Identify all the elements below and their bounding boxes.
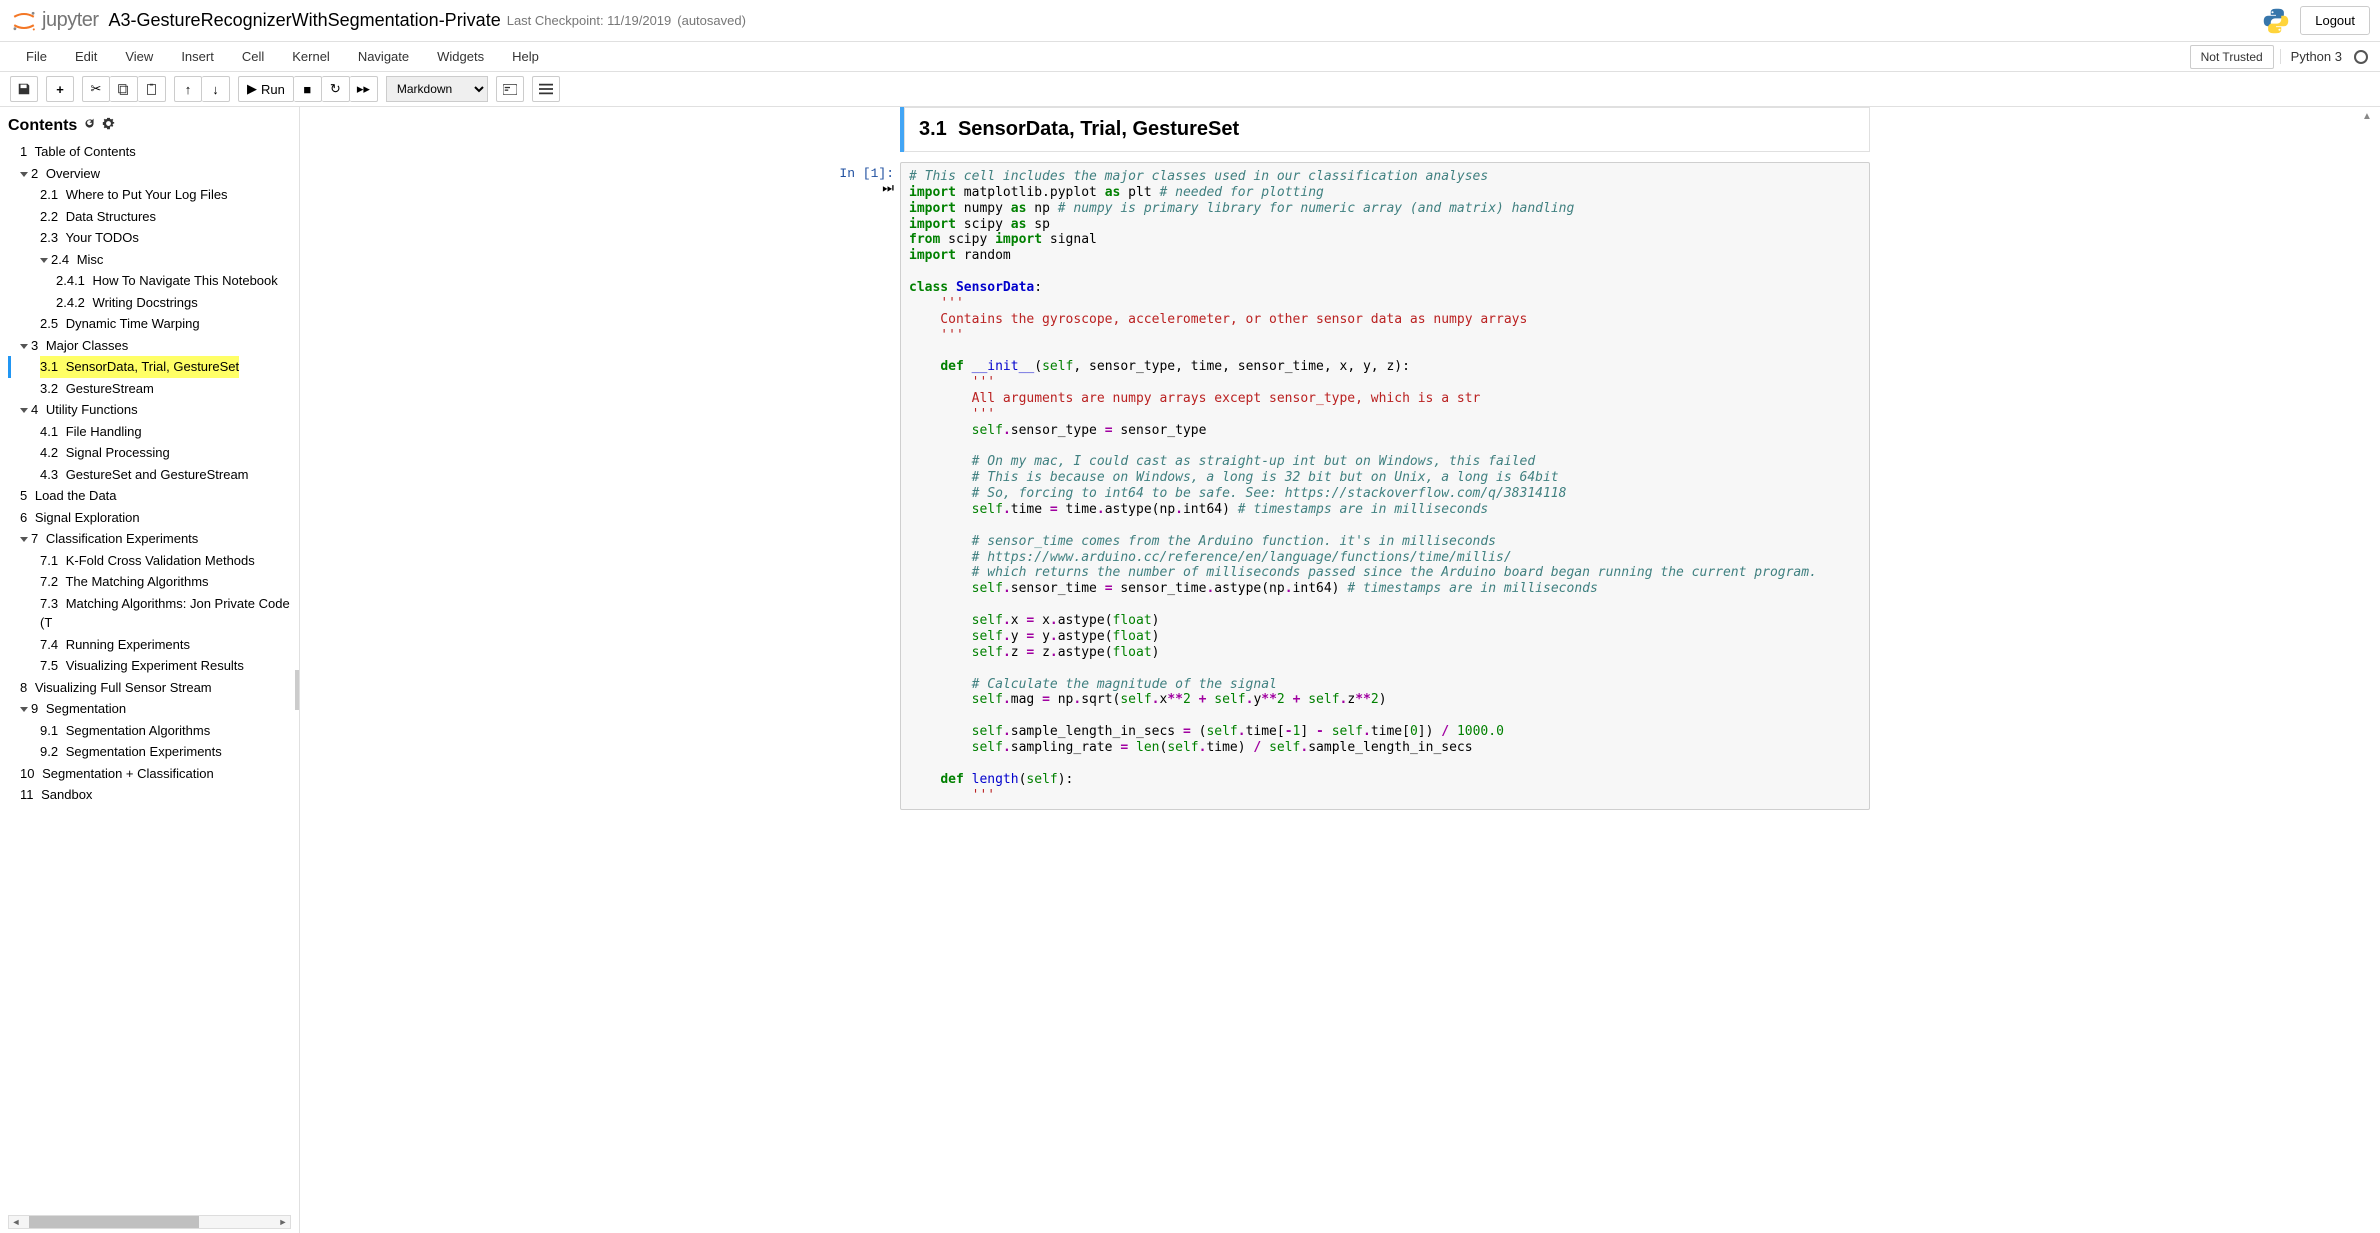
toc-horizontal-scrollbar[interactable]: ◄ ► (8, 1215, 291, 1229)
add-cell-button[interactable]: + (46, 76, 74, 102)
toc-item[interactable]: 2.1 Where to Put Your Log Files (8, 184, 291, 206)
toc-title: Contents (8, 117, 77, 135)
menu-kernel[interactable]: Kernel (278, 43, 344, 70)
menu-insert[interactable]: Insert (167, 43, 228, 70)
toc-resize-handle[interactable] (295, 670, 299, 710)
toc-item[interactable]: 7.2 The Matching Algorithms (8, 571, 291, 593)
toc-item[interactable]: 8 Visualizing Full Sensor Stream (8, 677, 291, 699)
toc-item[interactable]: 9.1 Segmentation Algorithms (8, 720, 291, 742)
toc-item[interactable]: 7.5 Visualizing Experiment Results (8, 655, 291, 677)
step-icon[interactable]: ⏭ (882, 181, 894, 196)
toc-item[interactable]: 4.3 GestureSet and GestureStream (8, 464, 291, 486)
toc-toggle-button[interactable] (532, 76, 560, 102)
toc-item[interactable]: 4.1 File Handling (8, 421, 291, 443)
kernel-name[interactable]: Python 3 (2280, 49, 2348, 64)
menubar: FileEditViewInsertCellKernelNavigateWidg… (0, 42, 2380, 72)
toc-item[interactable]: 7.3 Matching Algorithms: Jon Private Cod… (8, 593, 291, 634)
toc-item[interactable]: 2.5 Dynamic Time Warping (8, 313, 291, 335)
heading-text: SensorData, Trial, GestureSet (958, 118, 1239, 140)
menu-cell[interactable]: Cell (228, 43, 278, 70)
autosaved-text: (autosaved) (677, 13, 746, 28)
cut-button[interactable]: ✂ (82, 76, 110, 102)
caret-down-icon (20, 344, 28, 349)
menu-help[interactable]: Help (498, 43, 553, 70)
toc-item[interactable]: 9.2 Segmentation Experiments (8, 741, 291, 763)
caret-down-icon (40, 258, 48, 263)
scroll-left-icon[interactable]: ◄ (9, 1216, 23, 1228)
input-prompt: In [1]: ⏭ (810, 162, 900, 810)
move-down-button[interactable]: ↓ (202, 76, 230, 102)
toc-item[interactable]: 6 Signal Exploration (8, 507, 291, 529)
menu-navigate[interactable]: Navigate (344, 43, 423, 70)
paste-button[interactable] (138, 76, 166, 102)
stop-button[interactable]: ■ (294, 76, 322, 102)
heading-number: 3.1 (919, 118, 947, 140)
code-input-area[interactable]: # This cell includes the major classes u… (900, 162, 1870, 810)
caret-down-icon (20, 537, 28, 542)
kernel-indicator-icon[interactable] (2354, 50, 2368, 64)
toc-item-active[interactable]: 3.1 SensorData, Trial, GestureSet (40, 356, 239, 378)
toc-item[interactable]: 4.2 Signal Processing (8, 442, 291, 464)
scrollbar-thumb[interactable] (29, 1216, 199, 1228)
toc-item[interactable]: 2.4.2 Writing Docstrings (8, 292, 291, 314)
toc-item[interactable]: 2.2 Data Structures (8, 206, 291, 228)
toolbar: + ✂ ↑ ↓ ▶Run ■ ↻ ▸▸ Markdown (0, 72, 2380, 107)
jupyter-logo[interactable]: jupyter (10, 7, 99, 35)
code-cell[interactable]: In [1]: ⏭ # This cell includes the major… (810, 162, 1870, 810)
toc-item[interactable]: 2.4 Misc (8, 249, 291, 271)
notebook-header: jupyter A3-GestureRecognizerWithSegmenta… (0, 0, 2380, 42)
menu-edit[interactable]: Edit (61, 43, 111, 70)
caret-down-icon (20, 707, 28, 712)
logout-button[interactable]: Logout (2300, 6, 2370, 35)
celltype-select[interactable]: Markdown (386, 76, 488, 102)
menu-view[interactable]: View (111, 43, 167, 70)
code-content[interactable]: # This cell includes the major classes u… (909, 169, 1861, 803)
toc-item[interactable]: 2.4.1 How To Navigate This Notebook (8, 270, 291, 292)
toc-item[interactable]: 2 Overview (8, 163, 291, 185)
toc-item[interactable]: 5 Load the Data (8, 485, 291, 507)
python-icon (2262, 7, 2290, 35)
run-button[interactable]: ▶Run (238, 76, 294, 102)
save-button[interactable] (10, 76, 38, 102)
menu-file[interactable]: File (12, 43, 61, 70)
toc-item[interactable]: 3 Major Classes (8, 335, 291, 357)
toc-header: Contents (8, 117, 291, 135)
fast-forward-button[interactable]: ▸▸ (350, 76, 378, 102)
gear-icon[interactable] (102, 117, 115, 135)
toc-item[interactable]: 2.3 Your TODOs (8, 227, 291, 249)
command-palette-button[interactable] (496, 76, 524, 102)
copy-button[interactable] (110, 76, 138, 102)
toc-item[interactable]: 10 Segmentation + Classification (8, 763, 291, 785)
scroll-right-icon[interactable]: ► (276, 1216, 290, 1228)
toc-item[interactable]: 7 Classification Experiments (8, 528, 291, 550)
notebook-area[interactable]: ▲ 3.1 SensorData, Trial, GestureSet In [… (300, 107, 2380, 1233)
toc-item[interactable]: 11 Sandbox (8, 784, 291, 806)
refresh-icon[interactable] (83, 117, 96, 135)
toc-item[interactable]: 7.4 Running Experiments (8, 634, 291, 656)
caret-down-icon (20, 408, 28, 413)
jupyter-logo-text: jupyter (42, 9, 99, 32)
toc-item[interactable]: 1 Table of Contents (8, 141, 291, 163)
scroll-up-icon[interactable]: ▲ (2362, 111, 2374, 121)
toc-item[interactable]: 9 Segmentation (8, 698, 291, 720)
move-up-button[interactable]: ↑ (174, 76, 202, 102)
menu-widgets[interactable]: Widgets (423, 43, 498, 70)
restart-button[interactable]: ↻ (322, 76, 350, 102)
notebook-title[interactable]: A3-GestureRecognizerWithSegmentation-Pri… (109, 10, 501, 31)
checkpoint-text: Last Checkpoint: 11/19/2019 (507, 13, 672, 28)
trust-badge[interactable]: Not Trusted (2190, 45, 2274, 69)
toc-item[interactable]: 7.1 K-Fold Cross Validation Methods (8, 550, 291, 572)
toc-sidebar[interactable]: Contents 1 Table of Contents2 Overview2.… (0, 107, 300, 1233)
caret-down-icon (20, 172, 28, 177)
markdown-heading-cell[interactable]: 3.1 SensorData, Trial, GestureSet (900, 107, 1870, 152)
toc-item[interactable]: 4 Utility Functions (8, 399, 291, 421)
toc-item[interactable]: 3.2 GestureStream (8, 378, 291, 400)
